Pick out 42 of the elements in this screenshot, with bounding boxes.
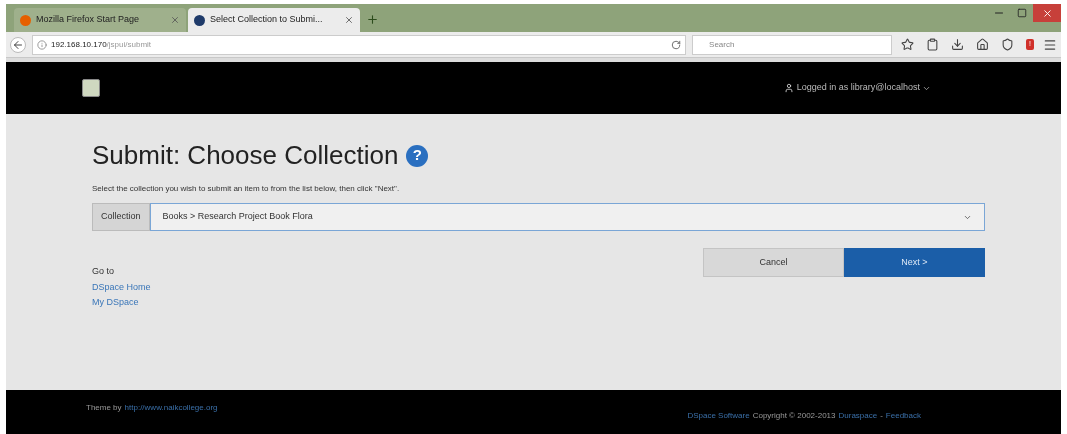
user-icon <box>783 83 794 93</box>
shield-icon[interactable] <box>1001 38 1015 51</box>
url-path: /jspui/submit <box>106 38 152 51</box>
new-tab-icon[interactable] <box>366 13 379 26</box>
cancel-button[interactable]: Cancel <box>703 248 844 277</box>
page-icon <box>194 14 205 26</box>
theme-credit: Theme by <box>86 402 122 414</box>
browser-tab[interactable]: Select Collection to Submi... <box>188 8 360 32</box>
tab-title: Mozilla Firefox Start Page <box>36 13 141 27</box>
browser-tab[interactable]: Mozilla Firefox Start Page <box>14 8 186 32</box>
instruction-text: Select the collection you wish to submit an item to from the list below, then click "Next". <box>92 183 401 195</box>
footer-text: Copyright © 2002-2013 <box>752 410 836 422</box>
home-icon[interactable] <box>976 38 990 51</box>
collection-select[interactable]: Books > Research Project Book Flora <box>149 203 985 231</box>
footer-link[interactable]: Feedback <box>885 410 921 422</box>
footer-text: - <box>880 410 883 422</box>
url-host: 192.168.10.170 <box>51 38 107 51</box>
clipboard-icon[interactable] <box>926 38 940 51</box>
close-icon <box>1041 7 1053 19</box>
footer-link[interactable]: Duraspace <box>838 410 878 422</box>
nav-link[interactable]: My DSpace <box>92 296 985 310</box>
close-icon[interactable] <box>344 15 354 25</box>
help-icon[interactable]: ? <box>406 144 429 167</box>
menu-icon[interactable] <box>1043 37 1057 52</box>
footer-link[interactable]: DSpace Software <box>687 410 750 422</box>
tab-title: Select Collection to Submi... <box>210 13 324 27</box>
field-label: Collection <box>92 203 150 231</box>
star-icon[interactable] <box>901 38 915 51</box>
reload-icon[interactable] <box>671 39 682 50</box>
maximize-icon[interactable] <box>1017 8 1027 18</box>
back-icon[interactable] <box>10 36 26 53</box>
search-field[interactable]: Search <box>692 34 893 55</box>
theme-link[interactable]: http://www.naikcollege.org <box>124 402 218 414</box>
nav-link[interactable]: DSpace Home <box>92 280 985 294</box>
close-window-button[interactable] <box>1033 4 1061 22</box>
goto-heading: Go to <box>92 265 115 278</box>
download-icon[interactable] <box>951 38 965 51</box>
close-icon[interactable] <box>170 15 180 25</box>
logo-icon[interactable] <box>82 79 100 97</box>
user-menu[interactable]: Logged in as library@localhost <box>796 81 920 95</box>
page-title: Submit: Choose Collection <box>92 139 399 172</box>
next-button[interactable]: Next > <box>844 248 985 277</box>
